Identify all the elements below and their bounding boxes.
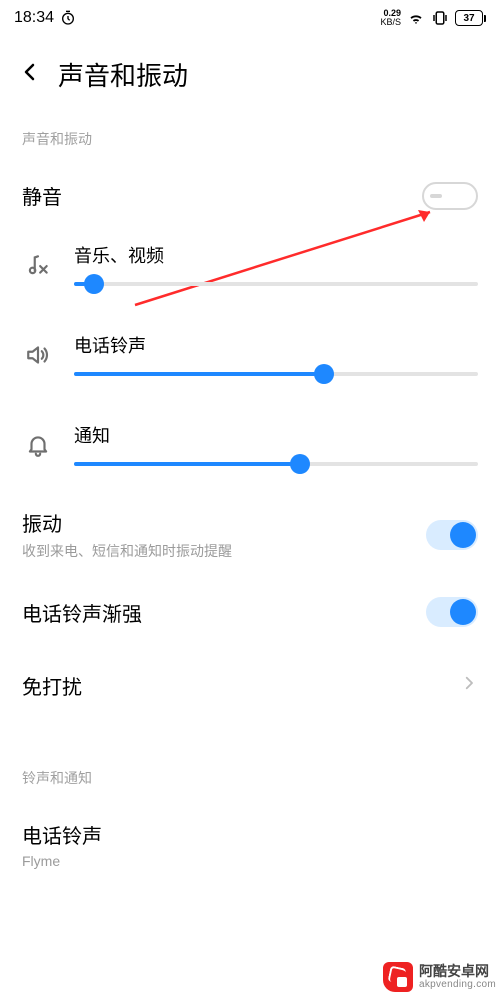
- slider-media-track[interactable]: [74, 282, 478, 286]
- header: 声音和振动: [0, 36, 500, 117]
- vibration-sub: 收到来电、短信和通知时振动提醒: [22, 541, 426, 561]
- slider-ring-label: 电话铃声: [74, 332, 478, 358]
- slider-notif-label: 通知: [74, 422, 478, 448]
- slider-media-thumb[interactable]: [84, 274, 104, 294]
- ring-fadein-label: 电话铃声渐强: [22, 598, 426, 627]
- mute-label: 静音: [22, 181, 422, 210]
- slider-media-label: 音乐、视频: [74, 242, 478, 268]
- chevron-right-icon: [460, 674, 478, 697]
- slider-ring-thumb[interactable]: [314, 364, 334, 384]
- slider-ring-track[interactable]: [74, 372, 478, 376]
- row-dnd[interactable]: 免打扰: [0, 649, 500, 722]
- row-ringtone[interactable]: 电话铃声 Flyme: [0, 806, 500, 883]
- status-bar: 18:34 0.29 KB/S 37: [0, 0, 500, 36]
- wifi-icon: [407, 9, 425, 27]
- watermark-text-en: akpvending.com: [419, 979, 496, 990]
- network-rate: 0.29 KB/S: [380, 9, 401, 27]
- back-icon[interactable]: [18, 60, 42, 89]
- row-vibration[interactable]: 振动 收到来电、短信和通知时振动提醒: [0, 494, 500, 575]
- music-mute-icon: [22, 242, 54, 278]
- watermark: 阿酷安卓网 akpvending.com: [379, 960, 500, 994]
- row-mute[interactable]: 静音: [0, 167, 500, 224]
- vibration-label: 振动: [22, 508, 426, 537]
- ringtone-label: 电话铃声: [22, 820, 478, 849]
- slider-notif-fill: [74, 462, 300, 466]
- row-ring-fadein[interactable]: 电话铃声渐强: [0, 575, 500, 649]
- dnd-label: 免打扰: [22, 671, 460, 700]
- bell-icon: [22, 422, 54, 458]
- slider-notif-thumb[interactable]: [290, 454, 310, 474]
- ring-fadein-toggle[interactable]: [426, 597, 478, 627]
- ringtone-value: Flyme: [22, 853, 478, 869]
- watermark-logo-icon: [383, 962, 413, 992]
- section-label-ringtone: 铃声和通知: [0, 768, 500, 806]
- volume-icon: [22, 332, 54, 368]
- vibration-toggle[interactable]: [426, 520, 478, 550]
- slider-notif[interactable]: 通知: [0, 404, 500, 494]
- mute-toggle[interactable]: [422, 182, 478, 210]
- section-label-sound: 声音和振动: [0, 117, 500, 167]
- timer-icon: [60, 10, 76, 26]
- status-time: 18:34: [14, 9, 54, 27]
- slider-media[interactable]: 音乐、视频: [0, 224, 500, 314]
- vibrate-icon: [431, 9, 449, 27]
- watermark-text-cn: 阿酷安卓网: [419, 964, 496, 979]
- slider-ring[interactable]: 电话铃声: [0, 314, 500, 404]
- battery-indicator: 37: [455, 10, 486, 26]
- page-title: 声音和振动: [58, 56, 188, 93]
- slider-notif-track[interactable]: [74, 462, 478, 466]
- slider-ring-fill: [74, 372, 324, 376]
